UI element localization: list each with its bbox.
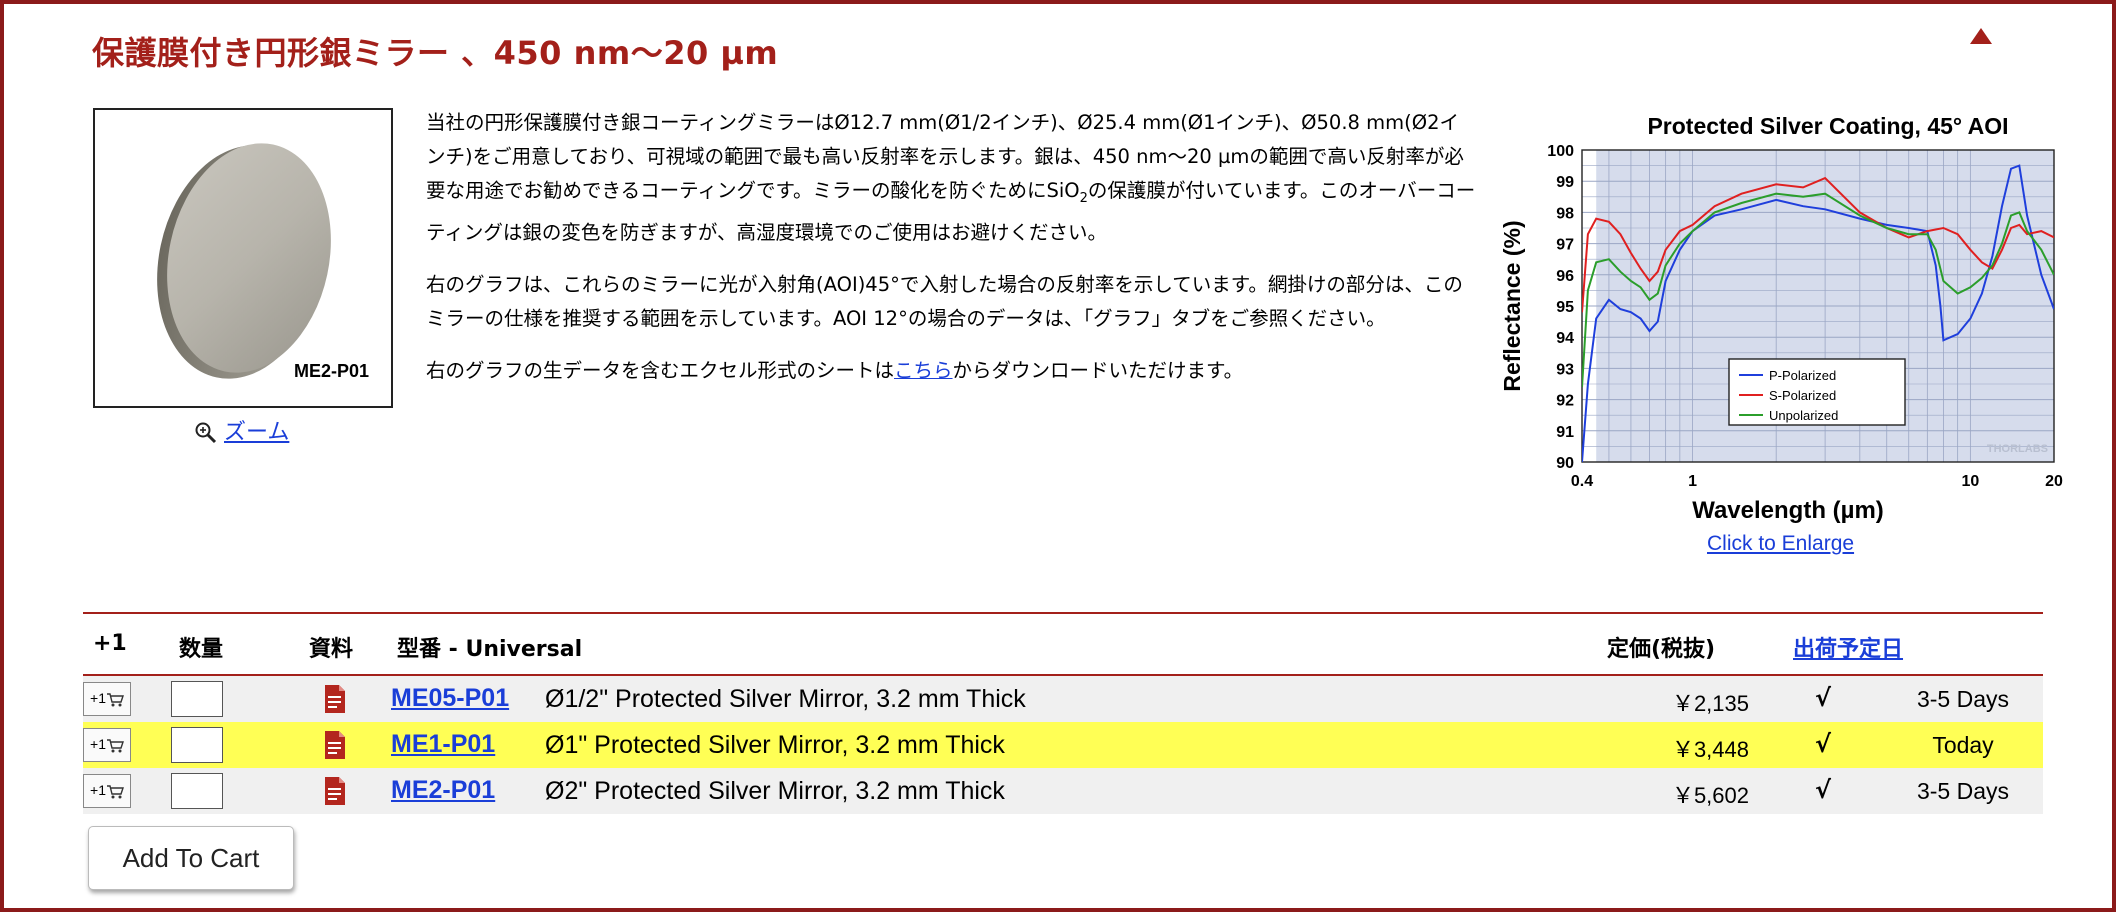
page-title: 保護膜付き円形銀ミラー 、450 nm～20 µm bbox=[92, 34, 779, 72]
ship-date: 3-5 Days bbox=[1916, 778, 2010, 804]
quantity-input[interactable] bbox=[171, 681, 223, 717]
table-row: +1 ME1-P01 Ø1" Protected Silver Mirror, 3.… bbox=[83, 722, 2043, 768]
y-tick-label: 94 bbox=[1556, 330, 1574, 347]
add-to-cart-button[interactable]: Add To Cart bbox=[88, 826, 294, 890]
stock-check-icon: √ bbox=[1815, 730, 1832, 758]
download-link[interactable]: こちら bbox=[894, 359, 953, 382]
pdf-document-icon[interactable] bbox=[323, 730, 347, 760]
y-tick-label: 95 bbox=[1556, 299, 1574, 316]
header-price: 定価(税抜) bbox=[1607, 637, 1716, 662]
x-tick-label: 1 bbox=[1688, 473, 1697, 490]
stock-check-icon: √ bbox=[1815, 776, 1832, 804]
y-tick-label: 97 bbox=[1556, 237, 1574, 254]
pdf-document-icon[interactable] bbox=[323, 776, 347, 806]
product-description: 当社の円形保護膜付き銀コーティングミラーはØ12.7 mm(Ø1/2インチ)、Ø… bbox=[426, 106, 1476, 406]
ship-date: Today bbox=[1932, 732, 1994, 758]
zoom-label[interactable]: ズーム bbox=[224, 420, 289, 445]
y-tick-label: 90 bbox=[1556, 455, 1574, 472]
header-plus1: +1 bbox=[93, 631, 127, 656]
x-axis-label: Wavelength (µm) bbox=[1692, 497, 1884, 524]
back-to-top-icon[interactable] bbox=[1970, 28, 1992, 44]
chart-watermark: THORLABS bbox=[1987, 443, 2048, 455]
table-header: +1 数量 資料 型番 - Universal 定価(税抜) 出荷予定日 bbox=[83, 612, 2043, 676]
magnifier-icon bbox=[195, 422, 217, 444]
table-row: +1 ME05-P01 Ø1/2" Protected Silver Mirror,… bbox=[83, 676, 2043, 722]
image-part-label: ME2-P01 bbox=[293, 361, 369, 381]
description-paragraph-3: 右のグラフの生データを含むエクセル形式のシートはこちらからダウンロードいただけま… bbox=[426, 359, 1244, 382]
product-table: +1 数量 資料 型番 - Universal 定価(税抜) 出荷予定日 +1 M… bbox=[83, 612, 2043, 814]
x-tick-label: 10 bbox=[1961, 473, 1979, 490]
y-axis-label: Reflectance (%) bbox=[1499, 220, 1525, 391]
ship-date: 3-5 Days bbox=[1916, 686, 2010, 712]
header-qty: 数量 bbox=[179, 637, 224, 662]
stock-check-icon: √ bbox=[1815, 684, 1832, 712]
part-description: Ø2" Protected Silver Mirror, 3.2 mm Thic… bbox=[545, 777, 1005, 805]
part-number-link[interactable]: ME1-P01 bbox=[391, 730, 495, 759]
zoom-link[interactable]: ズーム bbox=[194, 414, 289, 446]
header-ship-link[interactable]: 出荷予定日 bbox=[1793, 631, 1903, 663]
part-description: Ø1" Protected Silver Mirror, 3.2 mm Thic… bbox=[545, 731, 1005, 759]
y-tick-label: 98 bbox=[1556, 205, 1574, 222]
part-description: Ø1/2" Protected Silver Mirror, 3.2 mm Th… bbox=[545, 685, 1026, 713]
price: ￥5,602 bbox=[1671, 783, 1749, 808]
part-number-link[interactable]: ME2-P01 bbox=[391, 776, 495, 805]
y-tick-label: 93 bbox=[1556, 361, 1574, 378]
pdf-document-icon[interactable] bbox=[323, 684, 347, 714]
x-tick-label: 0.4 bbox=[1571, 473, 1593, 490]
quick-add-cart-icon[interactable]: +1 bbox=[83, 682, 131, 716]
quick-add-cart-icon[interactable]: +1 bbox=[83, 728, 131, 762]
click-to-enlarge-link[interactable]: Click to Enlarge bbox=[1707, 532, 1854, 556]
description-paragraph-1: 当社の円形保護膜付き銀コーティングミラーはØ12.7 mm(Ø1/2インチ)、Ø… bbox=[426, 111, 1476, 244]
table-row: +1 ME2-P01 Ø2" Protected Silver Mirror, 3.… bbox=[83, 768, 2043, 814]
legend-label: Unpolarized bbox=[1769, 408, 1838, 423]
legend-label: S-Polarized bbox=[1769, 388, 1836, 403]
product-section: 保護膜付き円形銀ミラー 、450 nm～20 µm ME2-P01 ズーム 当社… bbox=[0, 0, 2116, 912]
part-number-link[interactable]: ME05-P01 bbox=[391, 684, 509, 713]
y-tick-label: 91 bbox=[1556, 424, 1574, 441]
price: ￥3,448 bbox=[1671, 737, 1749, 762]
price: ￥2,135 bbox=[1671, 691, 1749, 716]
y-tick-label: 99 bbox=[1556, 174, 1574, 191]
y-tick-label: 96 bbox=[1556, 268, 1574, 285]
legend-label: P-Polarized bbox=[1769, 368, 1836, 383]
product-image[interactable]: ME2-P01 bbox=[93, 108, 393, 408]
quantity-input[interactable] bbox=[171, 773, 223, 809]
y-tick-label: 92 bbox=[1556, 393, 1574, 410]
chart-title: Protected Silver Coating, 45° AOI bbox=[1647, 113, 2008, 139]
quick-add-cart-icon[interactable]: +1 bbox=[83, 774, 131, 808]
header-part: 型番 - Universal bbox=[397, 637, 583, 662]
header-docs: 資料 bbox=[309, 637, 354, 662]
description-paragraph-2: 右のグラフは、これらのミラーに光が入射角(AOI)45°で入射した場合の反射率を… bbox=[426, 273, 1463, 330]
y-tick-label: 100 bbox=[1547, 143, 1574, 160]
chart-svg: 90 91 92 93 94 95 96 97 98 99 100 0.4 1 10 20 Protected… bbox=[1499, 113, 2063, 524]
quantity-input[interactable] bbox=[171, 727, 223, 763]
x-tick-label: 20 bbox=[2045, 473, 2063, 490]
reflectance-chart[interactable]: 90 91 92 93 94 95 96 97 98 99 100 0.4 1 10 20 Protected… bbox=[1484, 104, 2084, 564]
